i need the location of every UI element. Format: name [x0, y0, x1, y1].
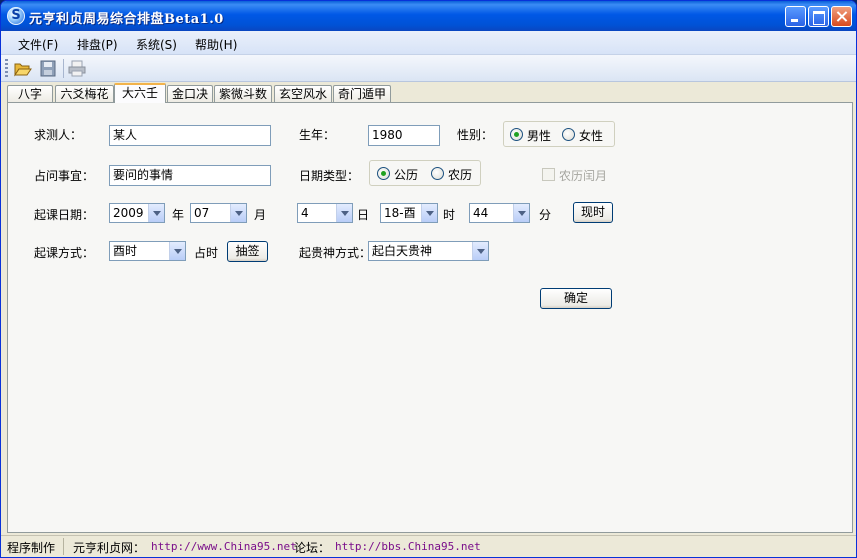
date-type-lunar-label[interactable]: 农历 [448, 166, 472, 183]
hour-select-value: 18-酉 [384, 206, 416, 220]
minute-select-value: 44 [473, 206, 489, 220]
maximize-button[interactable] [808, 6, 829, 27]
matter-label: 占问事宜： [34, 169, 95, 183]
status-divider [63, 538, 64, 555]
matter-input[interactable]: 要问的事情 [109, 165, 271, 186]
method-label: 起课方式： [34, 246, 95, 260]
daliuren-panel: 求测人： 某人 生年： 1980 性别： 男性 女性 占问事宜： 要问的事情 日… [7, 102, 853, 533]
folder-open-icon[interactable] [13, 59, 33, 78]
minute-select[interactable]: 44 [469, 203, 530, 223]
year-select-value: 2009 [113, 206, 144, 220]
start-date-label: 起课日期： [34, 208, 95, 222]
tab-qimen-dunjia[interactable]: 奇门遁甲 [333, 85, 391, 103]
menu-bar: 文件(F) 排盘(P) 系统(S) 帮助(H) [1, 31, 856, 55]
menu-system[interactable]: 系统(S) [136, 36, 177, 53]
status-bar: 程序制作 元亨利贞网： http://www.China95.net 论坛： h… [1, 535, 856, 557]
chevron-down-icon[interactable] [472, 242, 488, 260]
month-select[interactable]: 07 [190, 203, 247, 223]
leap-month-label[interactable]: 农历闰月 [559, 167, 607, 184]
status-forum-label: 论坛： [294, 541, 331, 555]
close-icon [832, 7, 851, 26]
gender-female-label[interactable]: 女性 [579, 127, 603, 144]
tab-bazi[interactable]: 八字 [7, 85, 53, 103]
menu-file[interactable]: 文件(F) [18, 36, 58, 53]
chevron-down-icon[interactable] [336, 204, 352, 222]
hour-unit: 时 [443, 208, 456, 222]
tab-daliuren[interactable]: 大六壬 [114, 83, 166, 103]
window-title: 元亨利贞周易综合排盘Beta1.0 [29, 12, 224, 27]
print-icon[interactable] [67, 59, 87, 78]
gender-male-label[interactable]: 男性 [527, 127, 551, 144]
tab-ziwei-doushu[interactable]: 紫微斗数 [214, 85, 272, 103]
date-type-solar-label[interactable]: 公历 [394, 166, 418, 183]
menu-help[interactable]: 帮助(H) [195, 36, 237, 53]
leap-month-checkbox[interactable] [542, 168, 555, 181]
now-button[interactable]: 现时 [573, 202, 613, 223]
chevron-down-icon[interactable] [230, 204, 246, 222]
year-unit: 年 [172, 208, 185, 222]
chevron-down-icon[interactable] [513, 204, 529, 222]
chevron-down-icon[interactable] [169, 242, 185, 260]
tab-liuyao-meihua[interactable]: 六爻梅花 [55, 85, 114, 103]
gender-group: 男性 女性 [503, 121, 615, 147]
minimize-icon [786, 7, 805, 26]
noble-method-select-value: 起白天贵神 [372, 244, 433, 258]
year-select[interactable]: 2009 [109, 203, 165, 223]
title-bar[interactable]: S 元亨利贞周易综合排盘Beta1.0 [1, 1, 856, 31]
status-site-link[interactable]: http://www.China95.net [151, 540, 297, 553]
minute-unit: 分 [539, 208, 552, 222]
method-select-value: 酉时 [113, 244, 138, 258]
date-type-group: 公历 农历 [369, 160, 481, 186]
status-site-label: 元亨利贞网： [73, 541, 146, 555]
day-select[interactable]: 4 [297, 203, 353, 223]
month-unit: 月 [254, 208, 267, 222]
method-suffix: 占时 [194, 246, 219, 260]
save-icon[interactable] [38, 59, 58, 78]
status-maker: 程序制作 [7, 541, 56, 555]
main-window: S 元亨利贞周易综合排盘Beta1.0 文件(F) 排盘(P) 系统(S) 帮助… [0, 0, 857, 558]
noble-method-label: 起贵神方式： [299, 246, 372, 260]
date-type-solar-radio[interactable] [377, 167, 390, 180]
date-type-label: 日期类型： [299, 169, 360, 183]
toolbar-separator [63, 59, 64, 78]
day-unit: 日 [357, 208, 370, 222]
date-type-lunar-radio[interactable] [431, 167, 444, 180]
close-button[interactable] [831, 6, 852, 27]
chevron-down-icon[interactable] [421, 204, 437, 222]
toolbar [1, 55, 856, 82]
app-s-icon[interactable]: S [7, 7, 25, 25]
method-select[interactable]: 酉时 [109, 241, 186, 261]
birth-year-input[interactable]: 1980 [368, 125, 440, 146]
querent-label: 求测人： [34, 128, 83, 142]
day-select-value: 4 [301, 206, 309, 220]
toolbar-grip[interactable] [5, 59, 8, 78]
status-forum-link[interactable]: http://bbs.China95.net [335, 540, 481, 553]
birth-year-label: 生年： [299, 128, 336, 142]
maximize-icon [809, 7, 828, 26]
gender-label: 性别： [457, 128, 494, 142]
minimize-button[interactable] [785, 6, 806, 27]
chevron-down-icon[interactable] [148, 204, 164, 222]
menu-chart[interactable]: 排盘(P) [77, 36, 118, 53]
gender-male-radio[interactable] [510, 128, 523, 141]
gender-female-radio[interactable] [562, 128, 575, 141]
hour-select[interactable]: 18-酉 [380, 203, 438, 223]
tab-xuankong-fengshui[interactable]: 玄空风水 [274, 85, 332, 103]
querent-input[interactable]: 某人 [109, 125, 271, 146]
tab-jinkoujue[interactable]: 金口决 [167, 85, 213, 103]
noble-method-select[interactable]: 起白天贵神 [368, 241, 489, 261]
confirm-button[interactable]: 确定 [540, 288, 612, 309]
month-select-value: 07 [194, 206, 210, 220]
draw-lot-button[interactable]: 抽签 [227, 241, 268, 262]
